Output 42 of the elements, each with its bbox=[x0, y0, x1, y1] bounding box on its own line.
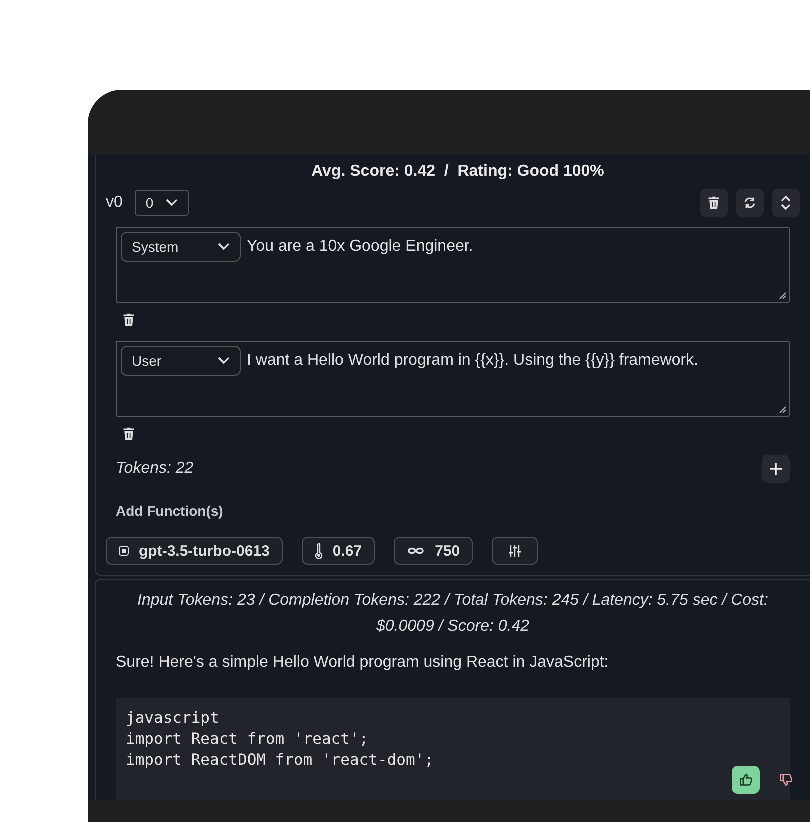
settings-button[interactable] bbox=[492, 537, 538, 565]
code-line: import ReactDOM from 'react-dom'; bbox=[126, 750, 434, 771]
message-text: I want a Hello World program in {{x}}. Using the {{y}} framework. bbox=[247, 352, 698, 370]
message-field[interactable]: System You are a 10x Google Engineer. bbox=[116, 227, 790, 303]
add-functions-link[interactable]: Add Function(s) bbox=[116, 503, 810, 519]
delete-button[interactable] bbox=[700, 189, 728, 217]
infinity-icon bbox=[407, 546, 426, 556]
resize-grip-icon[interactable] bbox=[779, 406, 787, 414]
thumbs-up-icon bbox=[739, 773, 753, 787]
chip-icon bbox=[119, 546, 129, 556]
max-tokens-button[interactable]: 750 bbox=[394, 537, 474, 565]
resize-grip-icon[interactable] bbox=[779, 292, 787, 300]
expand-collapse-button[interactable] bbox=[772, 189, 800, 217]
thermometer-icon bbox=[314, 543, 323, 559]
version-label: v0 bbox=[106, 194, 123, 212]
trash-icon[interactable] bbox=[707, 196, 721, 210]
delete-message-button[interactable] bbox=[122, 313, 136, 327]
up-down-chevron-icon bbox=[780, 195, 792, 211]
delete-message-button[interactable] bbox=[122, 427, 136, 441]
chevron-icon bbox=[218, 357, 230, 365]
chevron-icon bbox=[218, 243, 230, 251]
chevron-icon bbox=[166, 199, 178, 207]
temperature-button[interactable]: 0.67 bbox=[302, 537, 376, 565]
message-field[interactable]: User I want a Hello World program in {{x}}. Using the {{y}} framework. bbox=[116, 341, 790, 417]
score-summary: Avg. Score: 0.42 / Rating: Good 100% bbox=[310, 163, 606, 181]
refresh-button[interactable] bbox=[736, 189, 764, 217]
response-text: Sure! Here's a simple Hello World program using React in JavaScript: bbox=[116, 654, 610, 672]
model-selector[interactable]: gpt-3.5-turbo-0613 bbox=[106, 537, 283, 565]
role-select[interactable]: User bbox=[121, 346, 241, 376]
version-select[interactable]: 0 bbox=[134, 190, 189, 216]
thumbs-up-button[interactable] bbox=[732, 766, 760, 794]
refresh-icon bbox=[743, 196, 757, 210]
token-count: Tokens: 22 bbox=[116, 460, 194, 478]
plus-icon bbox=[768, 461, 784, 477]
sliders-icon bbox=[508, 544, 522, 558]
code-line: javascript bbox=[126, 708, 220, 729]
code-line: import React from 'react'; bbox=[126, 729, 369, 750]
add-message-button[interactable] bbox=[762, 455, 790, 483]
result-stats: Input Tokens: 23 / Completion Tokens: 222 / Total Tokens: 245 / Latency: 5.75 sec / Cost: $0.0009 / Score: 0.42 bbox=[136, 591, 770, 637]
message-text: You are a 10x Google Engineer. bbox=[247, 238, 474, 256]
thumbs-down-icon bbox=[779, 773, 793, 787]
role-select[interactable]: System bbox=[121, 232, 241, 262]
